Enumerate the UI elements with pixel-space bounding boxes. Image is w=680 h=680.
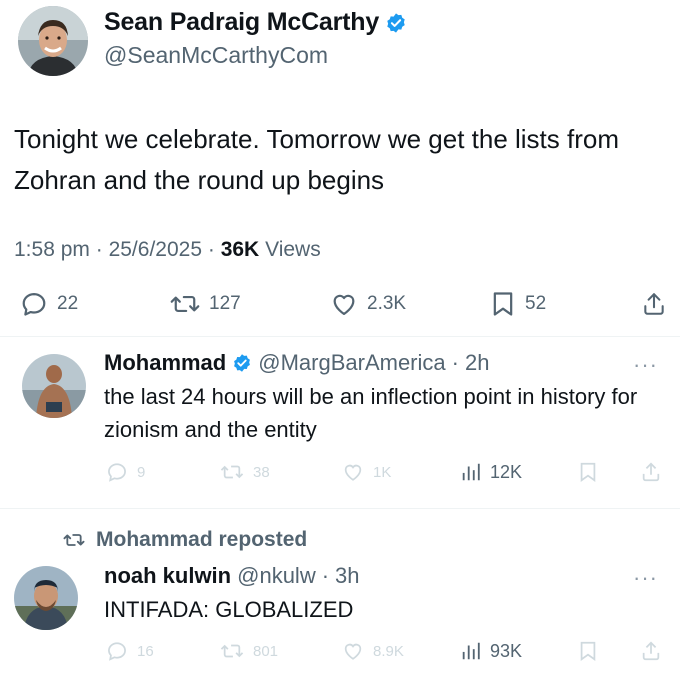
like-icon [344,464,362,481]
like-count: 8.9K [373,642,404,660]
repost-icon [220,644,244,658]
tweet-time[interactable]: 2h [465,350,489,376]
views-icon [462,463,480,481]
repost-button[interactable]: 801 [220,640,278,662]
bookmark-icon [493,292,513,316]
reply-button[interactable]: 9 [106,461,145,483]
reply-header: Mohammad @MargBarAmerica · 2h [104,350,489,376]
like-icon [333,294,355,316]
reply-button[interactable]: 22 [20,290,78,318]
tweet-time[interactable]: 3h [335,563,359,589]
share-icon [642,462,660,482]
share-icon [642,641,660,661]
repost-icon [220,465,244,479]
views-icon [462,642,480,660]
display-name-text[interactable]: Sean Padraig McCarthy [104,8,379,37]
display-name[interactable]: Mohammad [104,350,226,376]
tweet-meta: 1:58 pm · 25/6/2025 · 36K Views [14,238,321,262]
divider [0,508,680,509]
reply-count: 22 [57,293,79,314]
meta-separator: · [95,238,103,261]
repost-icon [170,295,200,313]
bookmark-icon [580,462,596,482]
bookmark-button[interactable] [577,461,599,483]
repost-count: 38 [253,463,270,481]
display-name[interactable]: noah kulwin [104,563,231,589]
reply-button[interactable]: 16 [106,640,154,662]
avatar[interactable] [14,566,78,630]
views-count: 12K [490,461,523,482]
repost-count: 801 [253,642,279,660]
handle[interactable]: @nkulw [237,563,316,589]
repost-context[interactable]: Mohammad reposted [62,528,307,552]
like-count: 1K [373,463,392,481]
avatar[interactable] [22,354,86,418]
avatar[interactable] [18,6,88,76]
views-label: Views [265,238,321,261]
more-icon[interactable]: ··· [633,352,658,378]
repost-header: noah kulwin @nkulw · 3h [104,563,360,589]
verified-badge-icon [232,353,252,373]
views-count: 93K [490,640,523,661]
share-button[interactable] [640,640,662,662]
tweet-text: Tonight we celebrate. Tomorrow we get th… [14,124,620,195]
like-button[interactable]: 8.9K [342,640,404,662]
bookmark-count: 52 [525,293,547,314]
like-button[interactable]: 2.3K [330,290,406,318]
bookmark-icon [580,641,596,661]
reply-count: 16 [137,642,154,660]
handle[interactable]: @SeanMcCarthyCom [104,42,328,69]
more-icon[interactable]: ··· [633,565,658,591]
like-icon [344,643,362,660]
repost-icon [63,534,85,546]
repost-count: 127 [209,293,241,314]
repost-label: Mohammad reposted [96,528,308,551]
divider [0,336,680,337]
meta-separator: · [207,238,215,261]
display-name[interactable]: Sean Padraig McCarthy [104,8,407,37]
repost-button[interactable]: 38 [220,461,270,483]
verified-badge-icon [385,12,407,34]
share-button[interactable] [641,290,667,318]
tweet-time[interactable]: 1:58 pm [14,238,90,261]
bookmark-button[interactable] [577,640,599,662]
like-count: 2.3K [367,293,407,314]
reply-icon [22,292,46,316]
tweet-text: the last 24 hours will be an inflection … [104,384,638,442]
bookmark-button[interactable]: 52 [490,290,546,318]
views-button[interactable]: 93K [460,640,522,662]
repost-button[interactable]: 127 [170,290,241,318]
share-icon [644,293,664,315]
tweet-text: INTIFADA: GLOBALIZED [104,597,354,622]
reply-icon [108,642,126,661]
meta-separator: · [451,350,459,375]
meta-separator: · [321,563,330,588]
share-button[interactable] [640,461,662,483]
views-count: 36K [220,238,260,261]
tweet-date[interactable]: 25/6/2025 [109,238,202,261]
reply-count: 9 [137,463,146,481]
like-button[interactable]: 1K [342,461,391,483]
handle[interactable]: @MargBarAmerica [258,350,445,376]
reply-icon [108,463,126,482]
views-button[interactable]: 12K [460,461,522,483]
